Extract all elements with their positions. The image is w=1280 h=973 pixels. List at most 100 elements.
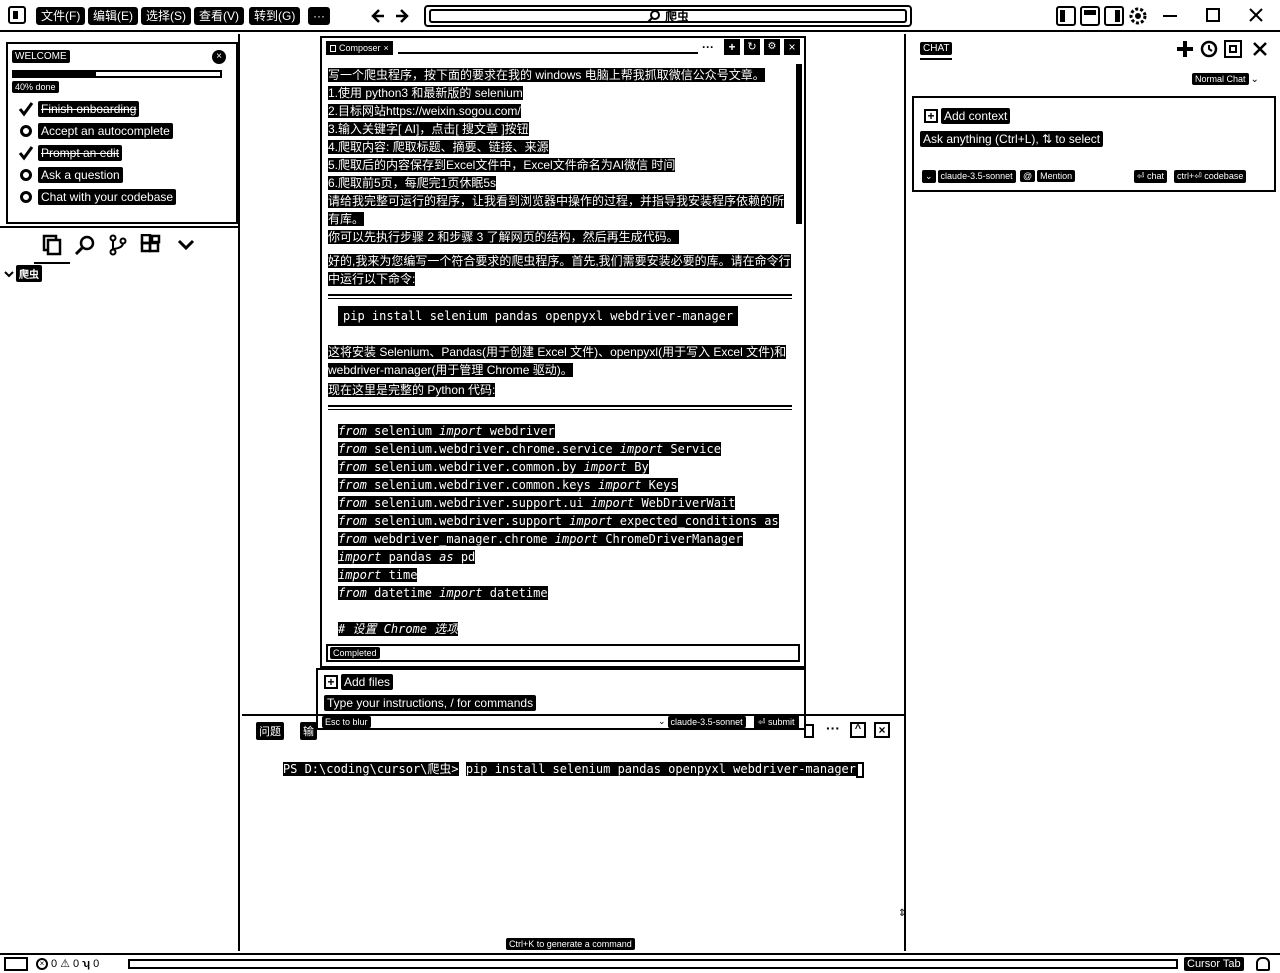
panel-resize-handle-icon[interactable]: ⇕ (898, 908, 906, 919)
maximize-icon[interactable] (1206, 8, 1220, 22)
tab-close-icon[interactable]: × (384, 41, 389, 55)
code-line: from selenium import webdriver (338, 424, 555, 438)
menu-file[interactable]: 文件(F) (36, 7, 86, 25)
composer-scrollbar[interactable] (796, 64, 802, 224)
problems-status[interactable]: × 0 ⚠ 0 ʮ 0 (36, 957, 99, 970)
mention-button[interactable]: @ Mention (1020, 170, 1076, 182)
explorer-folder-row[interactable]: 爬虫 (4, 265, 42, 282)
code-block-divider (328, 294, 792, 299)
menu-selection[interactable]: 选择(S) (141, 7, 191, 25)
explorer-active-underline (34, 262, 70, 264)
progress-label: 40% done (12, 81, 59, 93)
composer-status: Completed (330, 647, 380, 659)
chat-close-icon[interactable] (1252, 41, 1268, 57)
welcome-panel: WELCOME × 40% done Finish onboarding Acc… (6, 42, 238, 224)
panel-tab-output[interactable]: 输 (300, 722, 317, 740)
composer-panel: Composer × ··· + ↻ ⚙ × 写一个爬虫程序，按下面的要求在我的… (320, 36, 806, 668)
chat-expand-icon[interactable] (1224, 40, 1242, 58)
terminal-cursor (856, 761, 864, 778)
terminal-line[interactable]: PS D:\coding\cursor\爬虫> pip install sele… (254, 746, 864, 792)
composer-tab-strip (398, 42, 698, 54)
search-text: 爬虫 (664, 9, 689, 24)
settings-gear-icon[interactable] (1128, 6, 1148, 26)
code-line: from selenium.webdriver.chrome.service i… (338, 442, 721, 456)
menu-go[interactable]: 转到(G) (249, 7, 301, 25)
onboarding-item-ask-question[interactable]: Ask a question (18, 166, 123, 184)
chat-input-box[interactable]: + Add context Ask anything (Ctrl+L), ⇅ t… (912, 96, 1276, 192)
chat-history-icon[interactable] (1200, 40, 1218, 58)
chevron-down-icon[interactable] (176, 236, 196, 254)
onboarding-item-codebase[interactable]: Chat with your codebase (18, 188, 177, 206)
code-line: import pandas as pd (338, 550, 476, 564)
app-logo-icon (8, 6, 26, 24)
title-bar: 文件(F) 编辑(E) 选择(S) 查看(V) 转到(G) ··· 爬虫 (0, 0, 1280, 32)
circle-icon (20, 191, 32, 203)
command-search-box[interactable]: 爬虫 (424, 5, 912, 27)
assistant-reply-code-intro: 现在这里是完整的 Python 代码: (328, 383, 496, 397)
remote-indicator-icon[interactable] (4, 957, 28, 971)
extensions-icon[interactable] (140, 234, 162, 256)
terminal-panel: 问题 输 ··· ^ × PS D:\coding\cursor\爬虫> pip… (242, 714, 906, 951)
panel-tab-problems[interactable]: 问题 (256, 722, 284, 740)
checkmark-icon (18, 101, 34, 117)
chat-input-field[interactable]: Ask anything (Ctrl+L), ⇅ to select (920, 131, 1104, 147)
composer-input-field[interactable]: Type your instructions, / for commands (324, 695, 798, 712)
composer-more-icon[interactable]: ··· (702, 40, 714, 54)
pip-command: pip install selenium pandas openpyxl web… (338, 306, 739, 326)
composer-tab-icon (330, 44, 336, 52)
onboarding-item-finish[interactable]: Finish onboarding (18, 100, 140, 118)
composer-history-icon[interactable]: ↻ (744, 39, 760, 55)
composer-settings-icon[interactable]: ⚙ (764, 39, 780, 55)
more-menu-button[interactable]: ··· (308, 7, 330, 25)
composer-close-icon[interactable]: × (784, 39, 800, 55)
code-line: import time (338, 568, 418, 582)
new-chat-icon[interactable] (1176, 40, 1194, 58)
chevron-down-icon: ⌄ (1250, 73, 1259, 85)
composer-new-icon[interactable]: + (724, 39, 740, 55)
user-message: 写一个爬虫程序，按下面的要求在我的 windows 电脑上帮我抓取微信公众号文章… (328, 68, 785, 244)
code-line: from selenium.webdriver.common.keys impo… (338, 478, 678, 492)
panel-more-icon[interactable]: ··· (826, 720, 840, 736)
onboarding-item-prompt-edit[interactable]: Prompt an edit (18, 144, 123, 162)
minimize-icon[interactable] (1163, 15, 1177, 17)
composer-content: 写一个爬虫程序，按下面的要求在我的 windows 电脑上帮我抓取微信公众号文章… (328, 66, 792, 638)
sidebar-divider (0, 226, 240, 228)
back-arrow-icon[interactable] (368, 7, 386, 25)
code-line: from selenium.webdriver.common.by import… (338, 460, 649, 474)
chevron-down-icon: ⌄ (922, 170, 936, 183)
terminal-hint: Ctrl+K to generate a command (506, 938, 635, 950)
explorer-files-icon[interactable] (40, 234, 62, 256)
codebase-send-button[interactable]: ctrl+⏎ codebase (1174, 170, 1247, 183)
python-code-block: from selenium import webdriver from selen… (338, 422, 792, 638)
source-control-icon[interactable] (107, 234, 129, 256)
onboarding-item-autocomplete[interactable]: Accept an autocomplete (18, 122, 173, 140)
status-bar-strip (128, 959, 1178, 969)
close-welcome-icon[interactable]: × (212, 50, 226, 64)
add-context-button[interactable]: + Add context (924, 108, 1011, 124)
folder-name: 爬虫 (16, 265, 42, 282)
chat-send-button[interactable]: ⏎ chat (1134, 170, 1168, 183)
cursor-tab-status[interactable]: Cursor Tab (1184, 957, 1244, 971)
panel-maximize-icon[interactable]: ^ (850, 722, 866, 738)
chat-mode-selector[interactable]: Normal Chat ⌄ (1192, 73, 1259, 85)
toggle-panel-icon[interactable] (1080, 6, 1100, 26)
chat-tab[interactable]: CHAT (920, 40, 953, 60)
close-window-icon[interactable] (1248, 7, 1264, 23)
toggle-primary-sidebar-icon[interactable] (1056, 6, 1076, 26)
panel-trash-icon[interactable] (804, 724, 814, 738)
add-files-button[interactable]: + Add files (324, 674, 394, 690)
at-sign-icon: @ (1020, 170, 1036, 182)
chat-model-selector[interactable]: ⌄ claude-3.5-sonnet (922, 170, 1016, 183)
forward-arrow-icon[interactable] (394, 7, 412, 25)
chat-tab-underline (920, 58, 952, 60)
circle-icon (20, 125, 32, 137)
terminal-command: pip install selenium pandas openpyxl web… (465, 762, 856, 776)
assistant-reply-intro: 好的,我来为您编写一个符合要求的爬虫程序。首先,我们需要安装必要的库。请在命令行… (328, 254, 791, 286)
notifications-bell-icon[interactable] (1256, 957, 1270, 971)
search-view-icon[interactable] (74, 234, 96, 256)
panel-close-icon[interactable]: × (874, 722, 890, 738)
composer-tab[interactable]: Composer × (326, 41, 393, 55)
menu-view[interactable]: 查看(V) (194, 7, 244, 25)
menu-edit[interactable]: 编辑(E) (88, 7, 138, 25)
toggle-secondary-sidebar-icon[interactable] (1104, 6, 1124, 26)
